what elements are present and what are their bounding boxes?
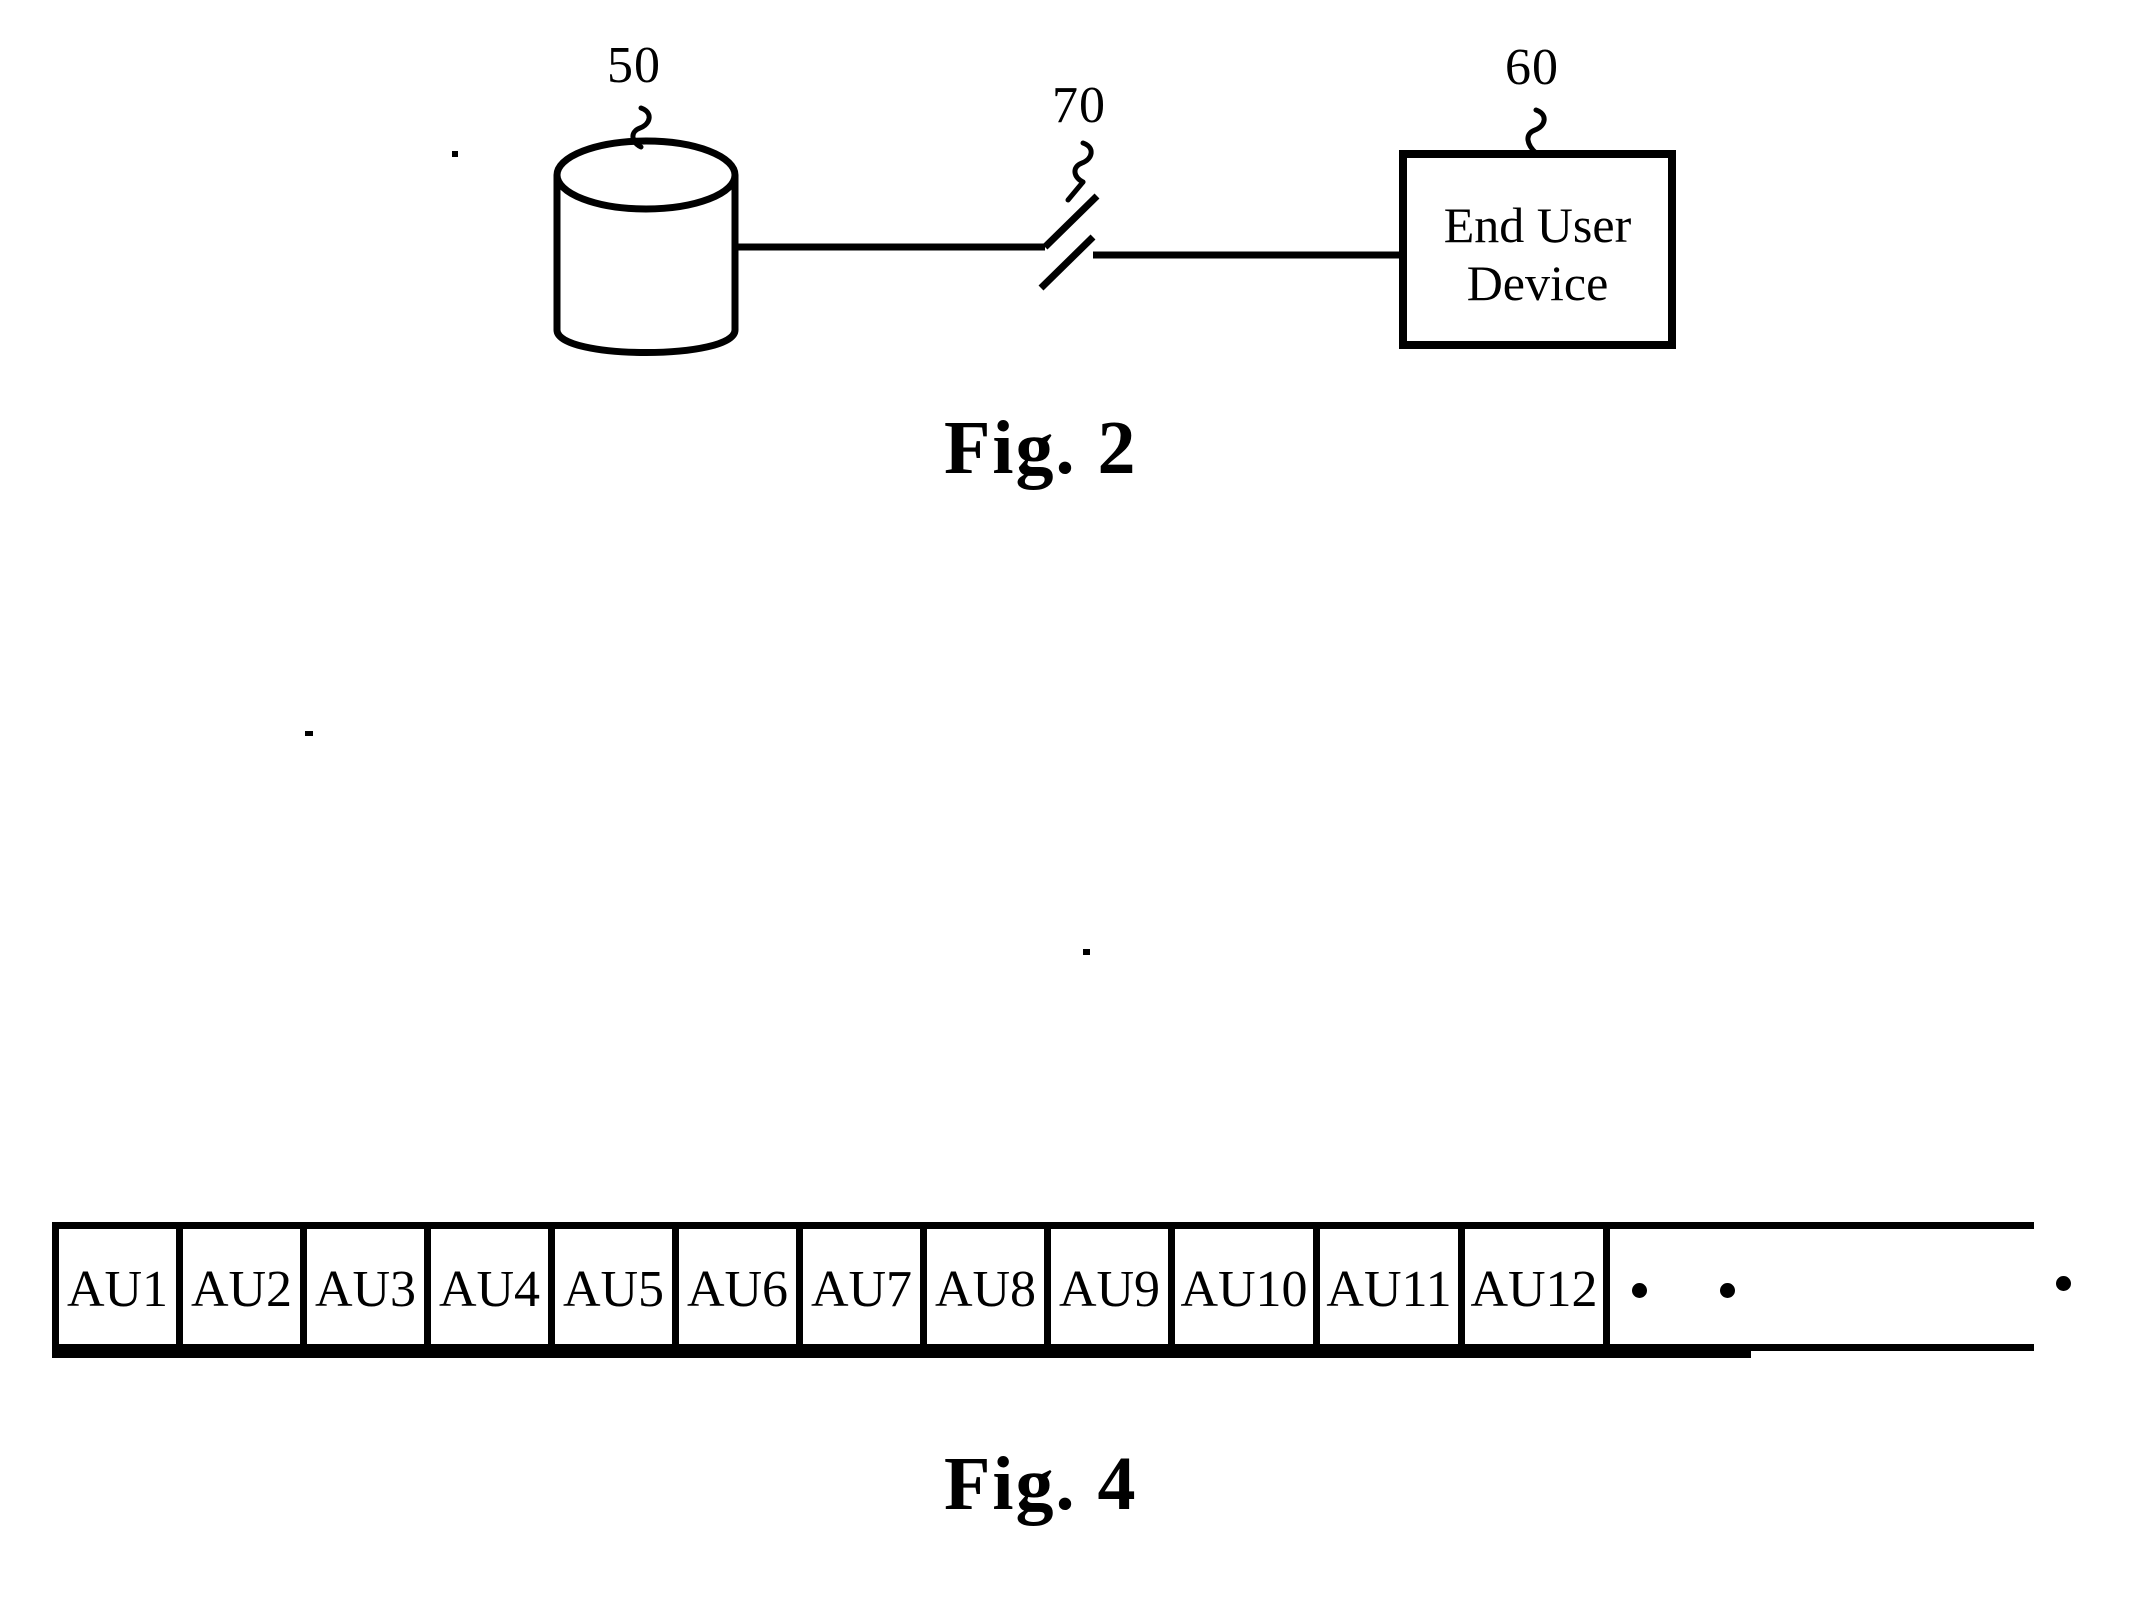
connector-line — [735, 193, 1403, 291]
leader-line-70 — [1072, 140, 1094, 185]
access-unit-cell: AU7 — [796, 1229, 920, 1351]
ellipsis-dot-icon — [2056, 1275, 2071, 1291]
end-user-device-label-line-1: End User — [1443, 197, 1632, 253]
figure-4-caption: Fig. 4 — [944, 1442, 1138, 1526]
continuation-ellipsis — [1603, 1229, 1751, 1351]
access-unit-cell: AU6 — [672, 1229, 796, 1351]
access-unit-cell: AU11 — [1313, 1229, 1458, 1351]
access-unit-cell: AU10 — [1168, 1229, 1313, 1351]
ellipsis-dot-icon — [1720, 1282, 1735, 1298]
access-unit-cell: AU12 — [1458, 1229, 1603, 1351]
access-unit-cell: AU4 — [424, 1229, 548, 1351]
scan-speck — [1083, 949, 1090, 955]
end-user-device-label: End User Device — [1403, 196, 1672, 312]
database-cylinder-icon — [553, 137, 739, 356]
access-unit-cell: AU1 — [52, 1229, 176, 1351]
ref-numeral-60: 60 — [1505, 39, 1559, 96]
scan-speck — [305, 731, 313, 736]
access-unit-strip: AU1 AU2 AU3 AU4 AU5 AU6 AU7 AU8 AU9 AU10… — [52, 1222, 1751, 1358]
ellipsis-dot-icon — [1632, 1282, 1647, 1298]
end-user-device-label-line-2: Device — [1466, 255, 1609, 311]
ref-numeral-70: 70 — [1052, 77, 1106, 134]
continuation-ellipsis-tail — [2056, 1222, 2071, 1344]
access-unit-cell: AU9 — [1044, 1229, 1168, 1351]
leader-line-60 — [1525, 107, 1547, 156]
figure-sheet: 50 70 60 End User Device Fig. 2 AU1 AU2 … — [0, 0, 2153, 1611]
figure-2-caption: Fig. 2 — [944, 406, 1138, 490]
figure-2: 50 70 60 End User Device Fig. 2 — [0, 0, 2153, 560]
leader-tick-70 — [1065, 179, 1086, 203]
access-unit-cell: AU2 — [176, 1229, 300, 1351]
access-unit-cell: AU5 — [548, 1229, 672, 1351]
ref-numeral-50: 50 — [607, 37, 661, 94]
access-unit-cell: AU3 — [300, 1229, 424, 1351]
figure-4: AU1 AU2 AU3 AU4 AU5 AU6 AU7 AU8 AU9 AU10… — [0, 1150, 2153, 1610]
scan-speck — [452, 151, 458, 157]
access-unit-cell: AU8 — [920, 1229, 1044, 1351]
